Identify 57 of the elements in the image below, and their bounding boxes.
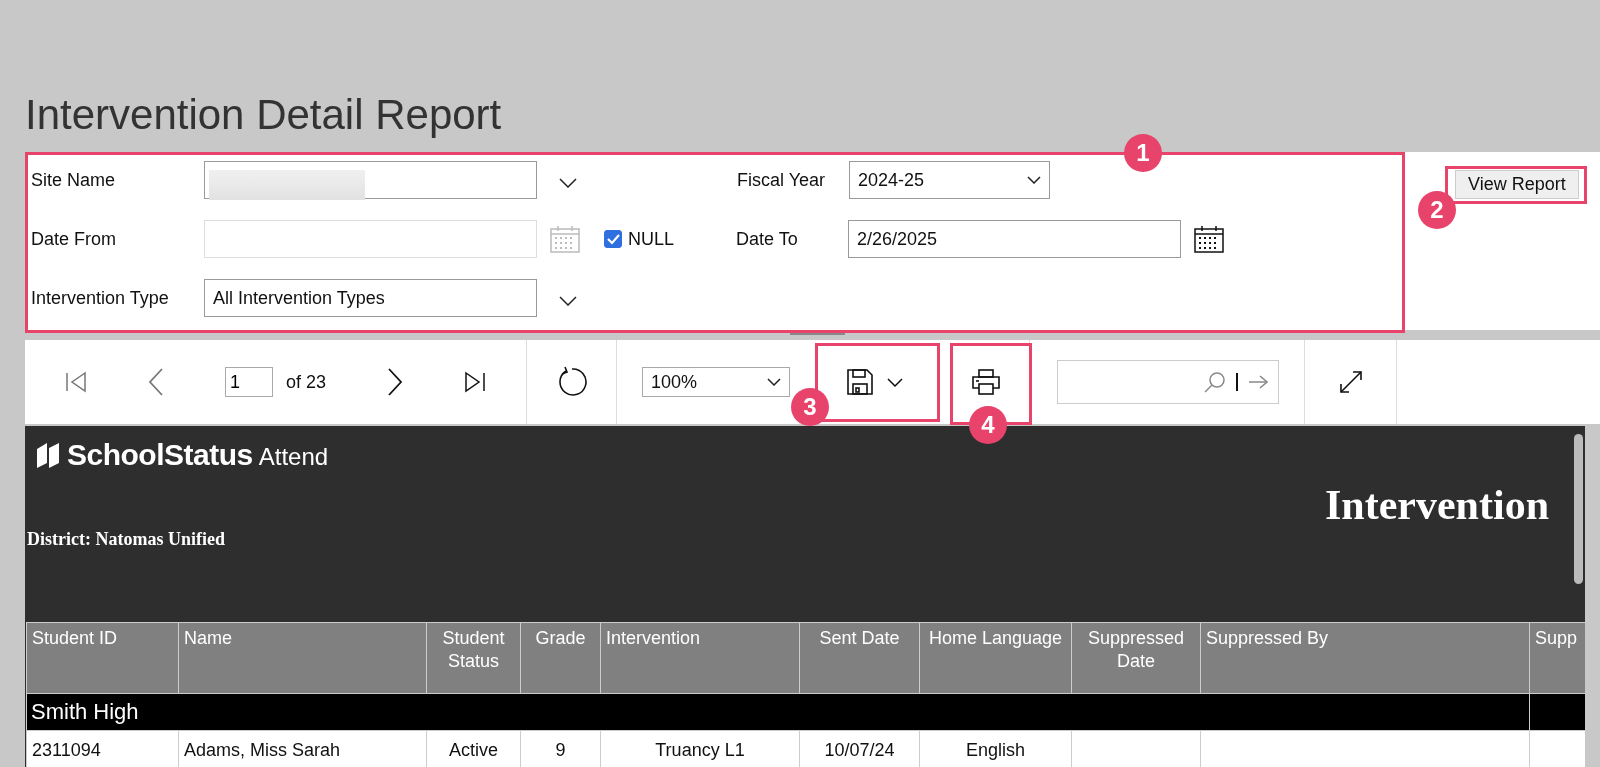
checkbox-label: NULL [628, 228, 675, 250]
field-label: Intervention Type [31, 287, 170, 309]
column-header: Student Status [426, 622, 521, 694]
table-cell: 10/07/24 [799, 730, 920, 767]
page-title: Intervention Detail Report [25, 90, 503, 140]
last-page-icon[interactable] [463, 371, 486, 393]
book-logo-icon [35, 441, 61, 469]
page-count: of 23 [285, 371, 326, 393]
column-header: Student ID [26, 622, 179, 694]
field-label: Site Name [31, 169, 117, 191]
date-to-field[interactable]: 2/26/2025 [848, 220, 1182, 258]
column-header: Home Language [919, 622, 1072, 694]
column-header: Suppressed By [1200, 622, 1530, 694]
chevron-down-icon[interactable] [559, 296, 577, 306]
field-label: Fiscal Year [737, 169, 827, 191]
district-label: District: Natomas Unified [27, 529, 225, 550]
table-cell: 9 [520, 730, 601, 767]
chevron-down-icon [1027, 176, 1041, 184]
view-report-button[interactable]: View Report [1455, 170, 1579, 199]
chevron-down-icon[interactable] [559, 178, 577, 188]
expand-icon[interactable] [1338, 370, 1363, 394]
print-icon[interactable] [970, 369, 1001, 395]
intervention-type-field[interactable]: All Intervention Types [204, 279, 537, 317]
previous-page-icon[interactable] [148, 368, 165, 396]
table-cell: English [919, 730, 1072, 767]
field-label: Date To [736, 228, 799, 250]
table-cell: Truancy L1 [600, 730, 800, 767]
page-number-field[interactable]: 1 [224, 367, 273, 397]
column-header: Name [178, 622, 427, 694]
table-cell: 2311094 [26, 730, 179, 767]
null-checkbox[interactable] [604, 230, 622, 248]
field-label: Date From [31, 228, 118, 250]
step-badge: 1 [1124, 134, 1162, 172]
table-cell: Adams, Miss Sarah [178, 730, 427, 767]
search-icon [1204, 371, 1226, 393]
column-header: Intervention [600, 622, 800, 694]
calendar-icon[interactable] [1194, 225, 1225, 253]
column-header: Grade [520, 622, 601, 694]
report-title: Intervention [1325, 481, 1549, 529]
fiscal-year-dropdown[interactable]: 2024-25 [849, 161, 1050, 199]
column-header: Suppressed Date [1071, 622, 1201, 694]
zoom-dropdown[interactable]: 100% [642, 367, 790, 397]
scrollbar[interactable] [1574, 434, 1583, 584]
arrow-right-icon[interactable] [1248, 375, 1268, 389]
site-name-field[interactable] [204, 161, 537, 199]
chevron-down-icon [767, 378, 781, 386]
column-header: Sent Date [799, 622, 920, 694]
product-name: Attend [258, 443, 329, 471]
brand-name: SchoolStatus [67, 438, 253, 472]
column-header: Supp [1529, 622, 1585, 694]
table-cell: Active [426, 730, 521, 767]
next-page-icon[interactable] [386, 368, 403, 396]
save-icon[interactable] [846, 369, 873, 395]
first-page-icon[interactable] [65, 371, 88, 393]
find-field[interactable] [1057, 360, 1279, 404]
group-row: Smith High [26, 693, 1530, 731]
chevron-down-icon[interactable] [886, 377, 903, 387]
